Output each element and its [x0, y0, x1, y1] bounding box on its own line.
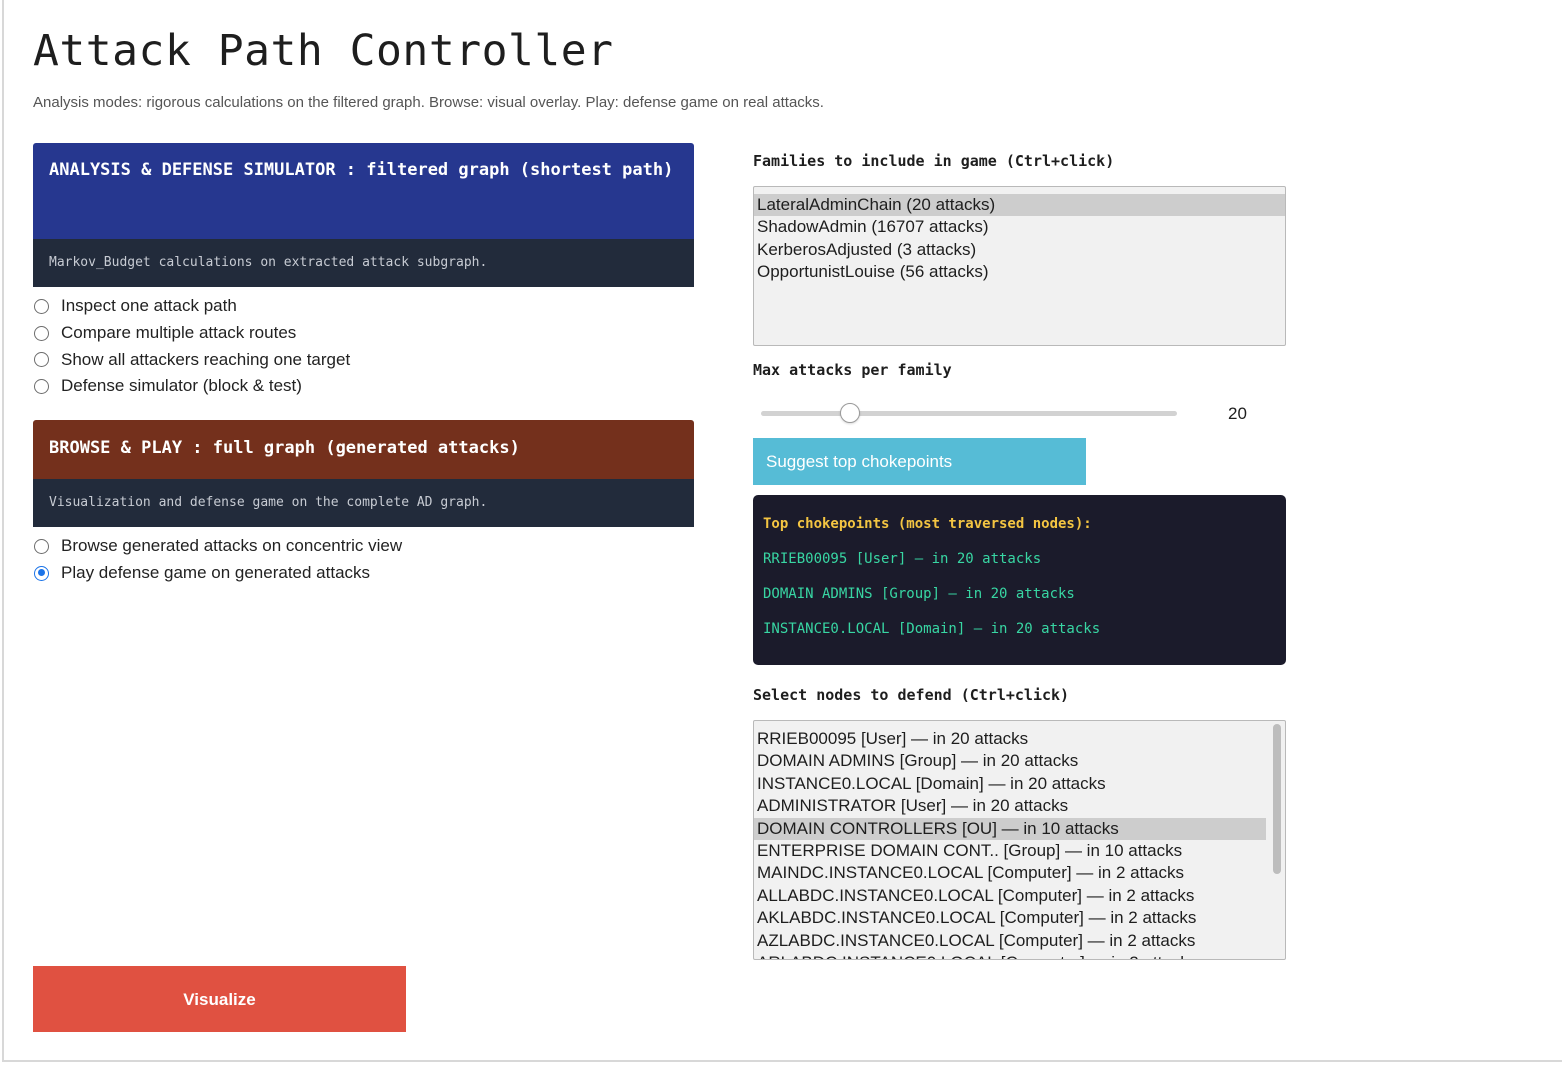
suggest-chokepoints-button[interactable]: Suggest top chokepoints: [753, 438, 1086, 485]
families-label: Families to include in game (Ctrl+click): [753, 152, 1115, 170]
defend-option[interactable]: MAINDC.INSTANCE0.LOCAL [Computer] — in 2…: [754, 862, 1266, 884]
radio-label: Play defense game on generated attacks: [61, 563, 371, 583]
family-option[interactable]: ShadowAdmin (16707 attacks): [754, 216, 1285, 238]
radio-circle[interactable]: [34, 538, 49, 554]
max-attacks-slider[interactable]: [761, 403, 1177, 423]
defend-scrollbar[interactable]: [1273, 724, 1281, 874]
analysis-panel-header: ANALYSIS & DEFENSE SIMULATOR : filtered …: [33, 143, 694, 239]
slider-track[interactable]: [761, 411, 1177, 416]
radio-circle[interactable]: [34, 325, 49, 341]
radio-label: Compare multiple attack routes: [61, 323, 297, 343]
chokepoint-line: RRIEB00095 [User] — in 20 attacks: [763, 551, 1042, 567]
defend-label: Select nodes to defend (Ctrl+click): [753, 686, 1070, 704]
radio-label: Show all attackers reaching one target: [61, 349, 351, 369]
radio-show-all-attackers[interactable]: Show all attackers reaching one target: [33, 346, 350, 373]
analysis-panel-description: Markov_Budget calculations on extracted …: [33, 239, 694, 287]
slider-thumb[interactable]: [840, 403, 861, 423]
page-title: Attack Path Controller: [33, 26, 614, 76]
defend-option[interactable]: AZLABDC.INSTANCE0.LOCAL [Computer] — in …: [754, 930, 1266, 952]
browse-panel-header: BROWSE & PLAY : full graph (generated at…: [33, 420, 694, 479]
radio-browse-concentric[interactable]: Browse generated attacks on concentric v…: [33, 533, 402, 560]
family-option[interactable]: OpportunistLouise (56 attacks): [754, 261, 1285, 283]
radio-circle[interactable]: [34, 298, 49, 314]
family-option[interactable]: LateralAdminChain (20 attacks): [754, 194, 1285, 217]
chokepoint-line: INSTANCE0.LOCAL [Domain] — in 20 attacks: [763, 621, 1101, 637]
analysis-mode-group: Inspect one attack path Compare multiple…: [33, 293, 350, 400]
radio-defense-simulator[interactable]: Defense simulator (block & test): [33, 373, 350, 400]
radio-label: Browse generated attacks on concentric v…: [61, 536, 403, 556]
radio-circle[interactable]: [34, 378, 49, 394]
radio-label: Inspect one attack path: [61, 296, 237, 316]
chokepoints-output: Top chokepoints (most traversed nodes): …: [753, 495, 1286, 665]
radio-circle[interactable]: [34, 565, 49, 581]
browse-mode-group: Browse generated attacks on concentric v…: [33, 533, 402, 586]
defend-option[interactable]: ALLABDC.INSTANCE0.LOCAL [Computer] — in …: [754, 885, 1266, 907]
defend-option[interactable]: RRIEB00095 [User] — in 20 attacks: [754, 728, 1266, 750]
radio-circle[interactable]: [34, 352, 49, 368]
chokepoint-line: DOMAIN ADMINS [Group] — in 20 attacks: [763, 586, 1075, 602]
defend-option[interactable]: ADMINISTRATOR [User] — in 20 attacks: [754, 795, 1266, 817]
radio-inspect-one-path[interactable]: Inspect one attack path: [33, 293, 350, 320]
max-attacks-value: 20: [1228, 404, 1247, 423]
defend-option[interactable]: DOMAIN CONTROLLERS [OU] — in 10 attacks: [754, 817, 1266, 840]
page-subtitle: Analysis modes: rigorous calculations on…: [33, 94, 824, 111]
max-attacks-label: Max attacks per family: [753, 361, 952, 379]
defend-option[interactable]: DOMAIN ADMINS [Group] — in 20 attacks: [754, 750, 1266, 772]
defend-option[interactable]: INSTANCE0.LOCAL [Domain] — in 20 attacks: [754, 773, 1266, 795]
defend-option[interactable]: ARLABDC.INSTANCE0.LOCAL [Computer] — in …: [754, 952, 1266, 959]
radio-label: Defense simulator (block & test): [61, 376, 302, 396]
radio-compare-routes[interactable]: Compare multiple attack routes: [33, 320, 350, 347]
family-option[interactable]: KerberosAdjusted (3 attacks): [754, 239, 1285, 261]
defend-option[interactable]: ENTERPRISE DOMAIN CONT.. [Group] — in 10…: [754, 840, 1266, 862]
defend-nodes-listbox[interactable]: RRIEB00095 [User] — in 20 attacks DOMAIN…: [753, 720, 1286, 960]
radio-play-defense-game[interactable]: Play defense game on generated attacks: [33, 560, 402, 587]
chokepoints-title: Top chokepoints (most traversed nodes):: [763, 516, 1092, 532]
families-listbox[interactable]: LateralAdminChain (20 attacks) ShadowAdm…: [753, 186, 1286, 346]
visualize-button[interactable]: Visualize: [33, 966, 406, 1032]
defend-option[interactable]: AKLABDC.INSTANCE0.LOCAL [Computer] — in …: [754, 907, 1266, 929]
browse-panel-description: Visualization and defense game on the co…: [33, 479, 694, 527]
